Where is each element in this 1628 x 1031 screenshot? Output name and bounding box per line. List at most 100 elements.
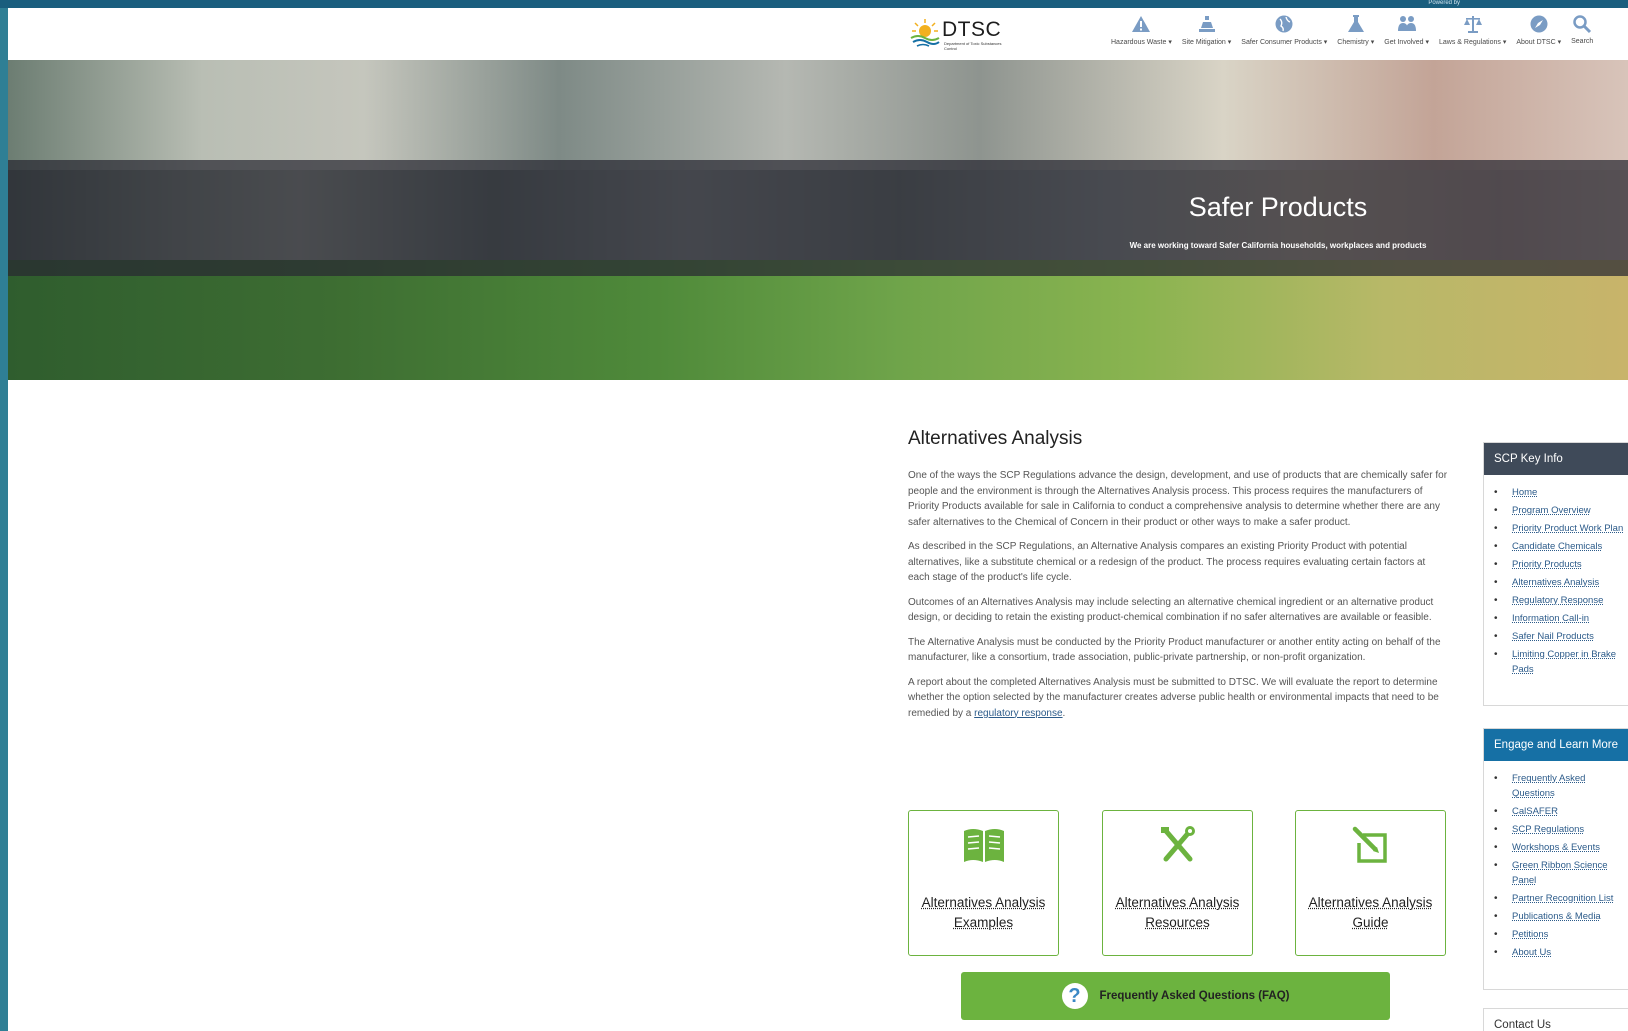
sidebar-link-label: Information Call-in	[1512, 613, 1590, 624]
sidebar-link-label: Publications & Media	[1512, 911, 1601, 922]
nav-hazardous-waste[interactable]: Hazardous Waste ▾	[1111, 14, 1172, 58]
card-title-line: Guide	[1352, 915, 1389, 930]
page-title: Alternatives Analysis	[908, 428, 1083, 449]
card-title: Alternatives Analysis Examples	[915, 893, 1052, 933]
card-title: Alternatives Analysis Guide	[1302, 893, 1439, 933]
hero-background-lawn	[8, 260, 1628, 380]
sidebar-box-title: SCP Key Info	[1484, 443, 1628, 475]
card-row: Alternatives Analysis Examples Alternativ…	[908, 810, 1448, 958]
card-resources[interactable]: Alternatives Analysis Resources	[1102, 810, 1253, 956]
nav-search[interactable]: Search	[1571, 14, 1593, 58]
sidebar-link-label: Frequently Asked Questions	[1512, 773, 1586, 799]
sun-logo-icon	[910, 19, 940, 47]
nav-about-dtsc[interactable]: About DTSC ▾	[1516, 14, 1561, 58]
card-examples[interactable]: Alternatives Analysis Examples	[908, 810, 1059, 956]
card-title: Alternatives Analysis Resources	[1109, 893, 1246, 933]
main-content: Alternatives Analysis One of the ways th…	[908, 428, 1448, 730]
sidebar-contact: Contact Us	[1483, 1008, 1628, 1031]
sidebar-link-list: Frequently Asked Questions CalSAFER SCP …	[1484, 761, 1628, 977]
logo-subtitle: Department of Toxic Substances Control	[944, 41, 1002, 51]
people-icon	[1397, 16, 1416, 31]
sidebar-link-item[interactable]: Alternatives Analysis	[1494, 575, 1627, 590]
warning-icon	[1132, 16, 1151, 32]
nav-site-mitigation[interactable]: Site Mitigation ▾	[1182, 14, 1231, 58]
sidebar-link-label: Priority Products	[1512, 559, 1582, 570]
hero-banner: Safer Products We are working toward Saf…	[8, 60, 1628, 380]
sidebar-link-label: SCP Regulations	[1512, 824, 1585, 835]
sidebar-link-label: Limiting Copper in Brake Pads	[1512, 649, 1617, 675]
dtsc-logo[interactable]: DTSC Department of Toxic Substances Cont…	[908, 14, 1003, 54]
paragraph: A report about the completed Alternative…	[908, 675, 1448, 722]
sidebar-link-item[interactable]: SCP Regulations	[1494, 822, 1627, 837]
hero-background-buildings	[8, 60, 1628, 170]
compass-icon	[1530, 15, 1548, 33]
sidebar-link-item[interactable]: Program Overview	[1494, 503, 1627, 518]
tools-icon	[1160, 826, 1195, 862]
powered-by-label: Powered by	[1428, 0, 1460, 6]
nav-get-involved[interactable]: Get Involved ▾	[1384, 14, 1429, 58]
sidebar-link-label: Green Ribbon Science Panel	[1512, 860, 1608, 886]
sidebar-link-item[interactable]: CalSAFER	[1494, 804, 1627, 819]
flask-icon	[1347, 15, 1364, 32]
logo-wordmark: DTSC	[942, 18, 1002, 41]
sidebar-engage: Engage and Learn More Frequently Asked Q…	[1483, 728, 1628, 990]
sidebar-link-item[interactable]: Information Call-in	[1494, 611, 1627, 626]
sidebar-link-label: Regulatory Response	[1512, 595, 1604, 606]
card-title-line: Alternatives Analysis	[921, 895, 1046, 910]
nav-label: Safer Consumer Products ▾	[1241, 39, 1328, 46]
globe-icon	[1275, 15, 1293, 33]
card-title-line: Alternatives Analysis	[1308, 895, 1433, 910]
card-guide[interactable]: Alternatives Analysis Guide	[1295, 810, 1446, 956]
paragraph: Outcomes of an Alternatives Analysis may…	[908, 596, 1434, 624]
sidebar-link-label: Safer Nail Products	[1512, 631, 1594, 642]
site-icon	[1198, 16, 1215, 32]
nav-label: About DTSC ▾	[1516, 39, 1562, 46]
sidebar-link-item[interactable]: Safer Nail Products	[1494, 629, 1627, 644]
nav-label: Laws & Regulations ▾	[1439, 39, 1507, 46]
sidebar-link-item[interactable]: Home	[1494, 485, 1627, 500]
sidebar-box-title: Engage and Learn More	[1484, 729, 1628, 761]
nav-label: Chemistry ▾	[1337, 39, 1375, 46]
sidebar-link-item[interactable]: Limiting Copper in Brake Pads	[1494, 647, 1627, 677]
sidebar-link-item[interactable]: Partner Recognition List	[1494, 891, 1627, 906]
nav-laws-regulations[interactable]: Laws & Regulations ▾	[1439, 14, 1506, 58]
sidebar-link-label: Priority Product Work Plan	[1512, 523, 1624, 534]
faq-button[interactable]: ? Frequently Asked Questions (FAQ)	[961, 972, 1390, 1020]
sidebar-link-item[interactable]: Candidate Chemicals	[1494, 539, 1627, 554]
sidebar-link-item[interactable]: Publications & Media	[1494, 909, 1627, 924]
nav-chemistry[interactable]: Chemistry ▾	[1337, 14, 1374, 58]
sidebar-link-label: CalSAFER	[1512, 806, 1558, 817]
scales-icon	[1463, 16, 1482, 33]
nav-safer-consumer-products[interactable]: Safer Consumer Products ▾	[1241, 14, 1327, 58]
sidebar-link-item[interactable]: Regulatory Response	[1494, 593, 1627, 608]
sidebar-link-item[interactable]: Priority Product Work Plan	[1494, 521, 1627, 536]
sidebar-box-title: Contact Us	[1484, 1009, 1628, 1031]
sidebar-link-item[interactable]: Frequently Asked Questions	[1494, 771, 1627, 801]
regulatory-response-link[interactable]: regulatory response	[974, 708, 1062, 719]
main-nav: Hazardous Waste ▾ Site Mitigation ▾ Safe…	[1111, 14, 1603, 58]
sidebar-link-label: Partner Recognition List	[1512, 893, 1614, 904]
sidebar-link-label: About Us	[1512, 947, 1552, 958]
sidebar-link-item[interactable]: Priority Products	[1494, 557, 1627, 572]
hero-subtitle: We are working toward Safer California h…	[1129, 241, 1427, 250]
sidebar-link-item[interactable]: Petitions	[1494, 927, 1627, 942]
paragraph: One of the ways the SCP Regulations adva…	[908, 470, 1448, 528]
question-icon: ?	[1061, 983, 1088, 1009]
site-header: DTSC Department of Toxic Substances Cont…	[8, 8, 1628, 60]
card-title-line: Resources	[1145, 915, 1210, 930]
sidebar-link-list: Home Program Overview Priority Product W…	[1484, 475, 1628, 694]
paragraph: The Alternative Analysis must be conduct…	[908, 636, 1441, 664]
nav-label: Hazardous Waste ▾	[1111, 39, 1172, 46]
sidebar-link-label: Petitions	[1512, 929, 1549, 940]
sidebar-link-label: Alternatives Analysis	[1512, 577, 1600, 588]
sidebar-link-label: Program Overview	[1512, 505, 1591, 516]
edit-box-icon	[1352, 826, 1387, 863]
card-title-line: Alternatives Analysis	[1115, 895, 1240, 910]
sidebar-link-item[interactable]: Workshops & Events	[1494, 840, 1627, 855]
search-icon	[1573, 15, 1592, 34]
sidebar-key-info: SCP Key Info Home Program Overview Prior…	[1483, 442, 1628, 706]
sidebar-link-label: Candidate Chemicals	[1512, 541, 1603, 552]
sidebar-link-item[interactable]: About Us	[1494, 945, 1627, 960]
sidebar-link-item[interactable]: Green Ribbon Science Panel	[1494, 858, 1627, 888]
faq-button-label: Frequently Asked Questions (FAQ)	[1099, 990, 1290, 1002]
